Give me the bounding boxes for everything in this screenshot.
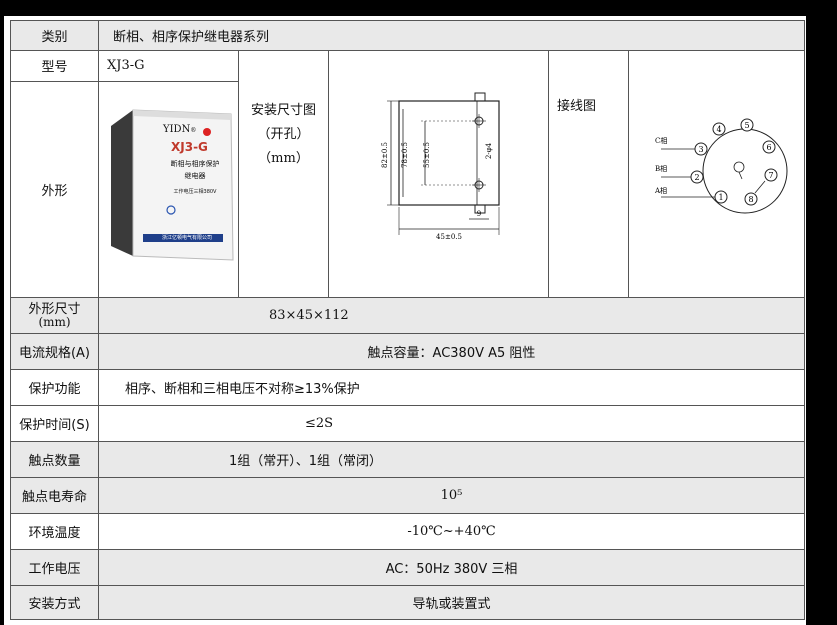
product-brand: YIDN bbox=[163, 124, 191, 136]
product-name: XJ3-G bbox=[171, 140, 208, 155]
dim-45: 45±0.5 bbox=[436, 233, 462, 241]
row-value-time: ≤2S bbox=[98, 405, 805, 442]
row-value-voltage: AC：50Hz 380V 三相 bbox=[98, 549, 805, 586]
model-label: 型号 bbox=[10, 50, 99, 82]
wiring-label: 接线图 bbox=[557, 99, 597, 114]
wiring-diagram-cell: 1 2 3 4 5 6 7 8 C相 B相 A相 bbox=[628, 50, 805, 298]
row-current: 电流规格(A) 触点容量：AC380V A5 阻性 bbox=[10, 333, 805, 370]
row-value-protection: 相序、断相和三相电压不对称≥13%保护 bbox=[98, 369, 805, 406]
pin-6: 6 bbox=[766, 143, 771, 152]
dim-82: 82±0.5 bbox=[381, 142, 389, 168]
product-image: YIDN® XJ3-G 断相与相序保护 继电器 工作电压三相380V 浙江亿顿电… bbox=[107, 84, 238, 294]
row-dimensions: 外形尺寸 (mm) 83×45×112 bbox=[10, 297, 805, 334]
dimension-drawing: 82±0.5 78±0.5 55±0.5 2-φ4 9 45±0.5 bbox=[381, 92, 500, 241]
row-model: 型号 XJ3-G 安装尺寸图 （开孔） （mm） 82±0.5 78±0.5 5… bbox=[10, 50, 805, 298]
row-label-protection: 保护功能 bbox=[10, 369, 99, 406]
product-desc-2: 继电器 bbox=[184, 172, 206, 181]
row-label-temperature: 环境温度 bbox=[10, 513, 99, 550]
product-image-cell: YIDN® XJ3-G 断相与相序保护 继电器 工作电压三相380V 浙江亿顿电… bbox=[98, 80, 239, 299]
pin-5: 5 bbox=[744, 121, 749, 130]
wiring-label-cell: 接线图 bbox=[548, 50, 629, 298]
row-label-dimensions: 外形尺寸 (mm) bbox=[10, 297, 99, 334]
row-value-temperature: -10℃~+40℃ bbox=[98, 513, 805, 550]
row-contacts: 触点数量 1组（常开）、1组（常闭） bbox=[10, 441, 805, 478]
row-label-voltage: 工作电压 bbox=[10, 549, 99, 586]
appearance-label: 外形 bbox=[10, 80, 99, 299]
dim-9: 9 bbox=[477, 210, 481, 218]
phase-c-label: C相 bbox=[655, 136, 667, 145]
pin-7: 7 bbox=[768, 171, 773, 180]
category-value: 断相、相序保护继电器系列 bbox=[98, 20, 805, 51]
phase-b-label: B相 bbox=[655, 164, 667, 173]
row-label-install: 安装方式 bbox=[10, 585, 99, 620]
row-value-install: 导轨或装置式 bbox=[98, 585, 805, 620]
dim-78: 78±0.5 bbox=[401, 142, 409, 168]
product-maker: 浙江亿顿电气有限公司 bbox=[161, 235, 212, 242]
product-brand-mark: ® bbox=[190, 127, 197, 135]
row-protection: 保护功能 相序、断相和三相电压不对称≥13%保护 bbox=[10, 369, 805, 406]
mounting-label-cell: 安装尺寸图 （开孔） （mm） bbox=[238, 50, 329, 298]
category-label: 类别 bbox=[10, 20, 99, 51]
mounting-line2: （开孔） bbox=[257, 127, 310, 142]
dim-hole: 2-φ4 bbox=[485, 142, 493, 159]
row-value-contacts: 1组（常开）、1组（常闭） bbox=[98, 441, 805, 478]
product-voltage: 工作电压三相380V bbox=[173, 189, 217, 196]
product-desc-1: 断相与相序保护 bbox=[170, 160, 220, 169]
row-voltage: 工作电压 AC：50Hz 380V 三相 bbox=[10, 549, 805, 586]
row-value-dimensions: 83×45×112 bbox=[98, 297, 805, 334]
pin-4: 4 bbox=[716, 125, 721, 134]
row-label-life: 触点电寿命 bbox=[10, 477, 99, 514]
row-label-time: 保护时间(S) bbox=[10, 405, 99, 442]
dimension-drawing-cell: 82±0.5 78±0.5 55±0.5 2-φ4 9 45±0.5 bbox=[328, 50, 549, 298]
pin-1: 1 bbox=[718, 193, 723, 202]
spec-table: 类别 断相、相序保护继电器系列 型号 XJ3-G 安装尺寸图 （开孔） （mm） bbox=[10, 20, 805, 620]
row-label-current: 电流规格(A) bbox=[10, 333, 99, 370]
row-time: 保护时间(S) ≤2S bbox=[10, 405, 805, 442]
spec-sheet: 类别 断相、相序保护继电器系列 型号 XJ3-G 安装尺寸图 （开孔） （mm） bbox=[4, 16, 806, 625]
row-value-life: 10⁵ bbox=[98, 477, 805, 514]
row-value-current: 触点容量：AC380V A5 阻性 bbox=[98, 333, 805, 370]
pin-2: 2 bbox=[694, 173, 699, 182]
pin-8: 8 bbox=[748, 195, 753, 204]
row-label-contacts: 触点数量 bbox=[10, 441, 99, 478]
pin-3: 3 bbox=[698, 145, 703, 154]
row-life: 触点电寿命 10⁵ bbox=[10, 477, 805, 514]
wiring-diagram: 1 2 3 4 5 6 7 8 C相 B相 A相 bbox=[654, 118, 788, 214]
phase-a-label: A相 bbox=[654, 186, 667, 195]
mounting-line3: （mm） bbox=[258, 151, 309, 166]
dim-55: 55±0.5 bbox=[423, 142, 431, 168]
row-category: 类别 断相、相序保护继电器系列 bbox=[10, 20, 805, 51]
mounting-title: 安装尺寸图 bbox=[250, 103, 316, 118]
row-temperature: 环境温度 -10℃~+40℃ bbox=[10, 513, 805, 550]
row-install: 安装方式 导轨或装置式 bbox=[10, 585, 805, 620]
model-value: XJ3-G bbox=[98, 50, 239, 82]
